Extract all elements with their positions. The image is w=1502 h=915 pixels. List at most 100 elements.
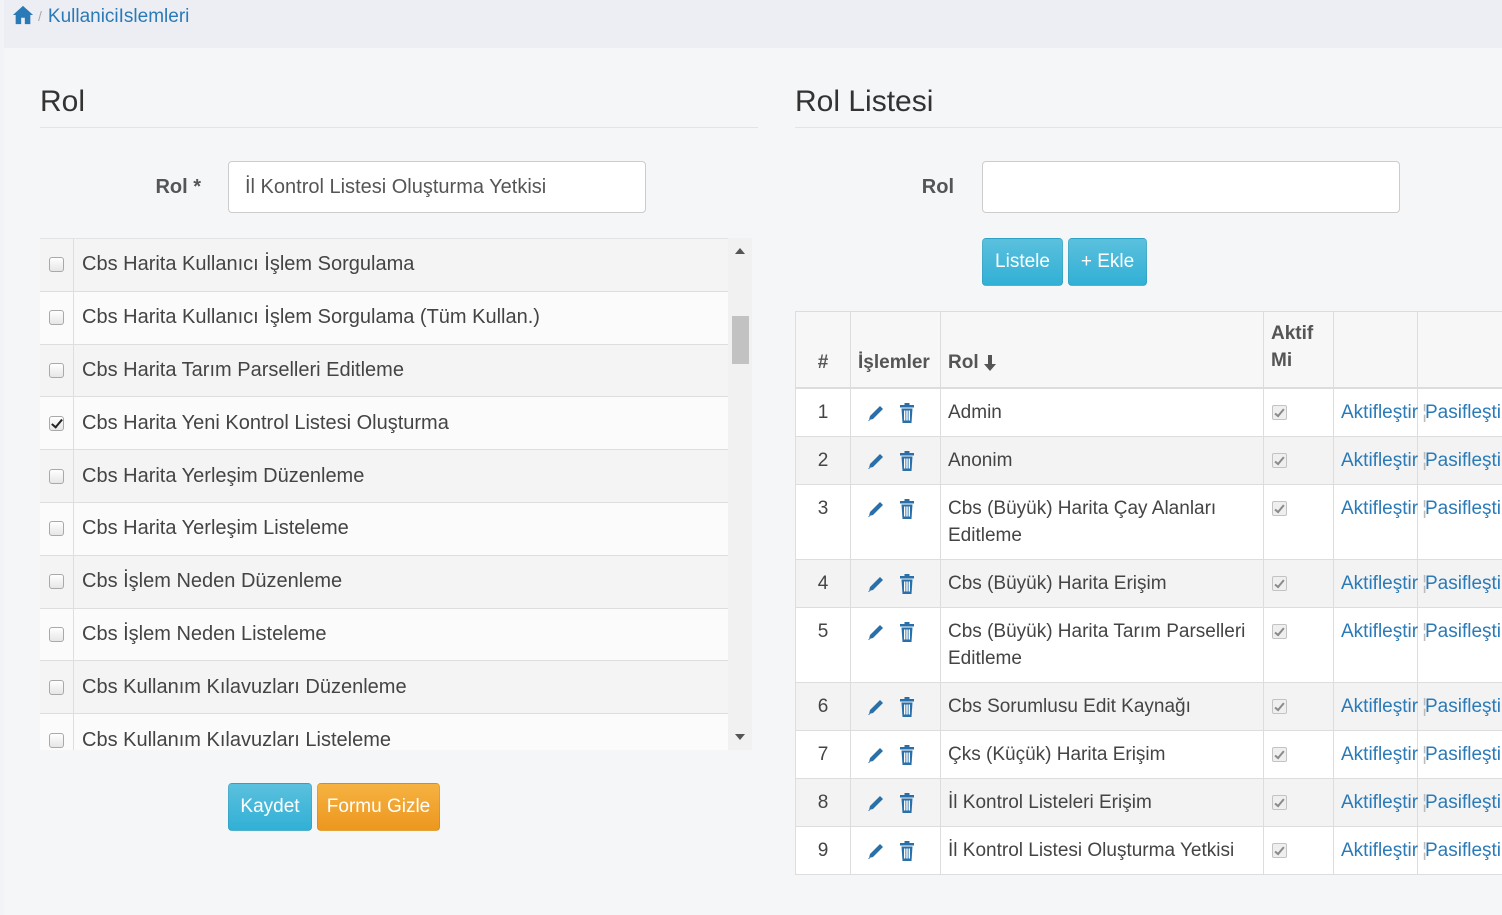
activate-link[interactable]: Aktifleştir bbox=[1341, 621, 1418, 642]
scroll-down-arrow-icon[interactable] bbox=[735, 734, 745, 740]
row-deactivate-cell: Pasifleştir bbox=[1417, 607, 1502, 683]
table-row: 6 Cbs Sorumlusu Edit Kaynağı Aktifleştir¦P… bbox=[795, 682, 1502, 731]
row-deactivate-cell: Pasifleştir bbox=[1417, 484, 1502, 560]
edit-pencil-icon[interactable] bbox=[865, 498, 887, 520]
permission-label: Cbs Harita Yerleşim Listeleme bbox=[82, 517, 349, 540]
row-aktif bbox=[1263, 826, 1334, 875]
row-number: 3 bbox=[795, 484, 851, 560]
activate-link[interactable]: Aktifleştir bbox=[1341, 573, 1418, 594]
deactivate-link[interactable]: Pasifleştir bbox=[1425, 573, 1502, 594]
permission-checkbox[interactable] bbox=[49, 362, 64, 378]
activate-link[interactable]: Aktifleştir bbox=[1341, 402, 1418, 423]
permission-checkbox[interactable] bbox=[49, 257, 64, 273]
activate-link[interactable]: Aktifleştir bbox=[1341, 498, 1418, 519]
table-row: 4 Cbs (Büyük) Harita Erişim Aktifleştir¦Pa… bbox=[795, 559, 1502, 608]
row-aktif bbox=[1263, 607, 1334, 683]
activate-link[interactable]: Aktifleştir bbox=[1341, 744, 1418, 765]
deactivate-link[interactable]: Pasifleştir bbox=[1425, 402, 1502, 423]
edit-pencil-icon[interactable] bbox=[865, 573, 887, 595]
activate-link[interactable]: Aktifleştir bbox=[1341, 450, 1418, 471]
row-actions bbox=[850, 778, 941, 827]
row-aktif bbox=[1263, 484, 1334, 560]
activate-link[interactable]: Aktifleştir bbox=[1341, 840, 1418, 861]
permission-item[interactable]: Cbs Harita Kullanıcı İşlem Sorgulama (Tü… bbox=[40, 291, 752, 345]
deactivate-link[interactable]: Pasifleştir bbox=[1425, 744, 1502, 765]
edit-pencil-icon[interactable] bbox=[865, 840, 887, 862]
row-activate-cell: Aktifleştir¦ bbox=[1333, 387, 1427, 437]
rol-name-input[interactable]: İl Kontrol Listesi Oluşturma Yetkisi bbox=[228, 161, 646, 213]
permission-item[interactable]: Cbs Harita Yerleşim Listeleme bbox=[40, 502, 752, 556]
permission-item[interactable]: Cbs Harita Yeni Kontrol Listesi Oluşturm… bbox=[40, 397, 752, 451]
delete-trash-icon[interactable] bbox=[897, 621, 917, 643]
permission-item[interactable]: Cbs Kullanım Kılavuzları Düzenleme bbox=[40, 661, 752, 715]
permission-item[interactable]: Cbs Harita Yerleşim Düzenleme bbox=[40, 450, 752, 503]
list-button[interactable]: Listele bbox=[982, 238, 1063, 286]
permission-checkbox-cell bbox=[40, 555, 74, 608]
save-button[interactable]: Kaydet bbox=[228, 783, 312, 831]
breadcrumb: / KullaniciIslemleri bbox=[4, 0, 1502, 48]
permission-checkbox[interactable] bbox=[49, 415, 64, 431]
aktif-checkbox bbox=[1272, 453, 1287, 469]
row-rol-name: Cbs (Büyük) Harita Tarım Parselleri Edit… bbox=[940, 607, 1264, 683]
permission-label: Cbs Kullanım Kılavuzları Listeleme bbox=[82, 728, 392, 750]
header-rol[interactable]: Rol bbox=[940, 311, 1264, 389]
row-rol-name: İl Kontrol Listesi Oluşturma Yetkisi bbox=[940, 826, 1264, 875]
permission-checkbox[interactable] bbox=[49, 574, 64, 590]
edit-pencil-icon[interactable] bbox=[865, 792, 887, 814]
aktif-checkbox bbox=[1272, 624, 1287, 640]
activate-link[interactable]: Aktifleştir bbox=[1341, 696, 1418, 717]
row-actions bbox=[850, 559, 941, 608]
breadcrumb-current[interactable]: KullaniciIslemleri bbox=[48, 6, 190, 28]
edit-pencil-icon[interactable] bbox=[865, 744, 887, 766]
edit-pencil-icon[interactable] bbox=[865, 621, 887, 643]
permission-item[interactable]: Cbs İşlem Neden Listeleme bbox=[40, 608, 752, 662]
row-actions bbox=[850, 730, 941, 779]
permission-checkbox[interactable] bbox=[49, 468, 64, 484]
permission-list-scrollbar[interactable] bbox=[728, 238, 752, 750]
permission-item[interactable]: Cbs Harita Kullanıcı İşlem Sorgulama bbox=[40, 239, 752, 292]
row-number: 8 bbox=[795, 778, 851, 827]
row-actions bbox=[850, 387, 941, 437]
edit-pencil-icon[interactable] bbox=[865, 450, 887, 472]
delete-trash-icon[interactable] bbox=[897, 744, 917, 766]
permission-item[interactable]: Cbs İşlem Neden Düzenleme bbox=[40, 555, 752, 609]
edit-pencil-icon[interactable] bbox=[865, 402, 887, 424]
row-rol-name: Anonim bbox=[940, 436, 1264, 485]
row-number: 5 bbox=[795, 607, 851, 683]
activate-link[interactable]: Aktifleştir bbox=[1341, 792, 1418, 813]
deactivate-link[interactable]: Pasifleştir bbox=[1425, 840, 1502, 861]
permission-checkbox[interactable] bbox=[49, 679, 64, 695]
permission-checkbox[interactable] bbox=[49, 310, 64, 326]
delete-trash-icon[interactable] bbox=[897, 450, 917, 472]
permission-item[interactable]: Cbs Harita Tarım Parselleri Editleme bbox=[40, 344, 752, 398]
permission-checkbox[interactable] bbox=[49, 626, 64, 642]
permission-item[interactable]: Cbs Kullanım Kılavuzları Listeleme bbox=[40, 714, 752, 750]
permission-checkbox[interactable] bbox=[49, 521, 64, 537]
deactivate-link[interactable]: Pasifleştir bbox=[1425, 450, 1502, 471]
deactivate-link[interactable]: Pasifleştir bbox=[1425, 792, 1502, 813]
deactivate-link[interactable]: Pasifleştir bbox=[1425, 498, 1502, 519]
add-button[interactable]: + Ekle bbox=[1068, 238, 1147, 286]
permission-label: Cbs Harita Yerleşim Düzenleme bbox=[82, 464, 365, 487]
aktif-checkbox bbox=[1272, 501, 1287, 517]
row-aktif bbox=[1263, 436, 1334, 485]
delete-trash-icon[interactable] bbox=[897, 402, 917, 424]
permission-checkbox[interactable] bbox=[49, 732, 64, 748]
deactivate-link[interactable]: Pasifleştir bbox=[1425, 696, 1502, 717]
delete-trash-icon[interactable] bbox=[897, 573, 917, 595]
delete-trash-icon[interactable] bbox=[897, 840, 917, 862]
home-icon[interactable] bbox=[12, 4, 34, 26]
edit-pencil-icon[interactable] bbox=[865, 696, 887, 718]
delete-trash-icon[interactable] bbox=[897, 792, 917, 814]
delete-trash-icon[interactable] bbox=[897, 498, 917, 520]
scroll-up-arrow-icon[interactable] bbox=[735, 248, 745, 254]
permission-label: Cbs İşlem Neden Listeleme bbox=[82, 622, 327, 645]
scroll-thumb[interactable] bbox=[732, 316, 749, 364]
header-activate bbox=[1333, 311, 1418, 389]
search-rol-input[interactable] bbox=[982, 161, 1400, 213]
header-num: # bbox=[795, 311, 851, 389]
deactivate-link[interactable]: Pasifleştir bbox=[1425, 621, 1502, 642]
sort-down-icon[interactable] bbox=[983, 354, 996, 372]
delete-trash-icon[interactable] bbox=[897, 696, 917, 718]
hide-form-button[interactable]: Formu Gizle bbox=[317, 783, 440, 831]
